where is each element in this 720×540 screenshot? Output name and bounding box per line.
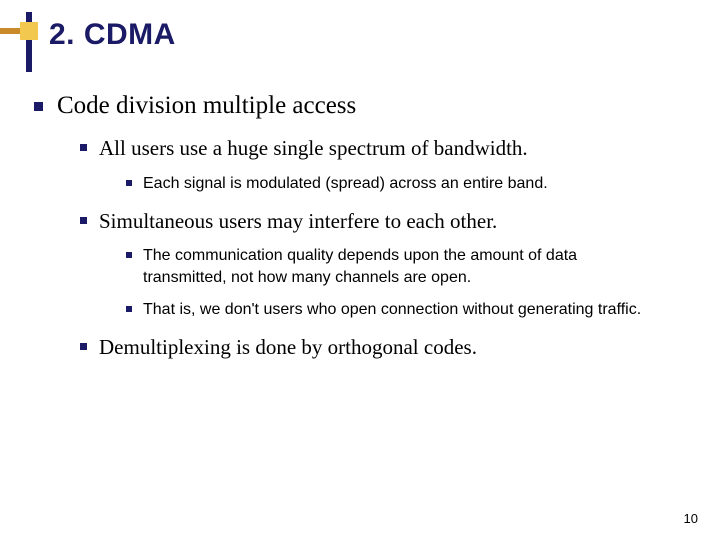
square-bullet-icon (80, 217, 87, 224)
title-accent-vertical (26, 12, 32, 72)
bullet-level3-text: The communication quality depends upon t… (143, 245, 663, 288)
bullet-level3-text: Each signal is modulated (spread) across… (143, 173, 548, 195)
page-number: 10 (684, 511, 698, 526)
slide-title: 2. CDMA (49, 18, 176, 52)
square-bullet-icon (126, 180, 132, 186)
bullet-level2: All users use a huge single spectrum of … (80, 135, 690, 162)
bullet-level2: Demultiplexing is done by orthogonal cod… (80, 334, 690, 361)
bullet-level2-text: Demultiplexing is done by orthogonal cod… (99, 334, 477, 361)
bullet-level1-text: Code division multiple access (57, 90, 356, 121)
slide-body: Code division multiple access All users … (34, 90, 690, 370)
bullet-level2-text: All users use a huge single spectrum of … (99, 135, 528, 162)
bullet-level2-text: Simultaneous users may interfere to each… (99, 208, 497, 235)
bullet-level3: Each signal is modulated (spread) across… (126, 173, 690, 195)
bullet-level2: Simultaneous users may interfere to each… (80, 208, 690, 235)
bullet-level3: That is, we don't users who open connect… (126, 299, 690, 321)
bullet-level3-text: That is, we don't users who open connect… (143, 299, 641, 321)
bullet-level3: The communication quality depends upon t… (126, 245, 690, 288)
square-bullet-icon (34, 102, 43, 111)
square-bullet-icon (126, 306, 132, 312)
square-bullet-icon (80, 343, 87, 350)
title-accent-square (20, 22, 38, 40)
square-bullet-icon (126, 252, 132, 258)
slide: 2. CDMA Code division multiple access Al… (0, 0, 720, 540)
bullet-level1: Code division multiple access (34, 90, 690, 121)
square-bullet-icon (80, 144, 87, 151)
